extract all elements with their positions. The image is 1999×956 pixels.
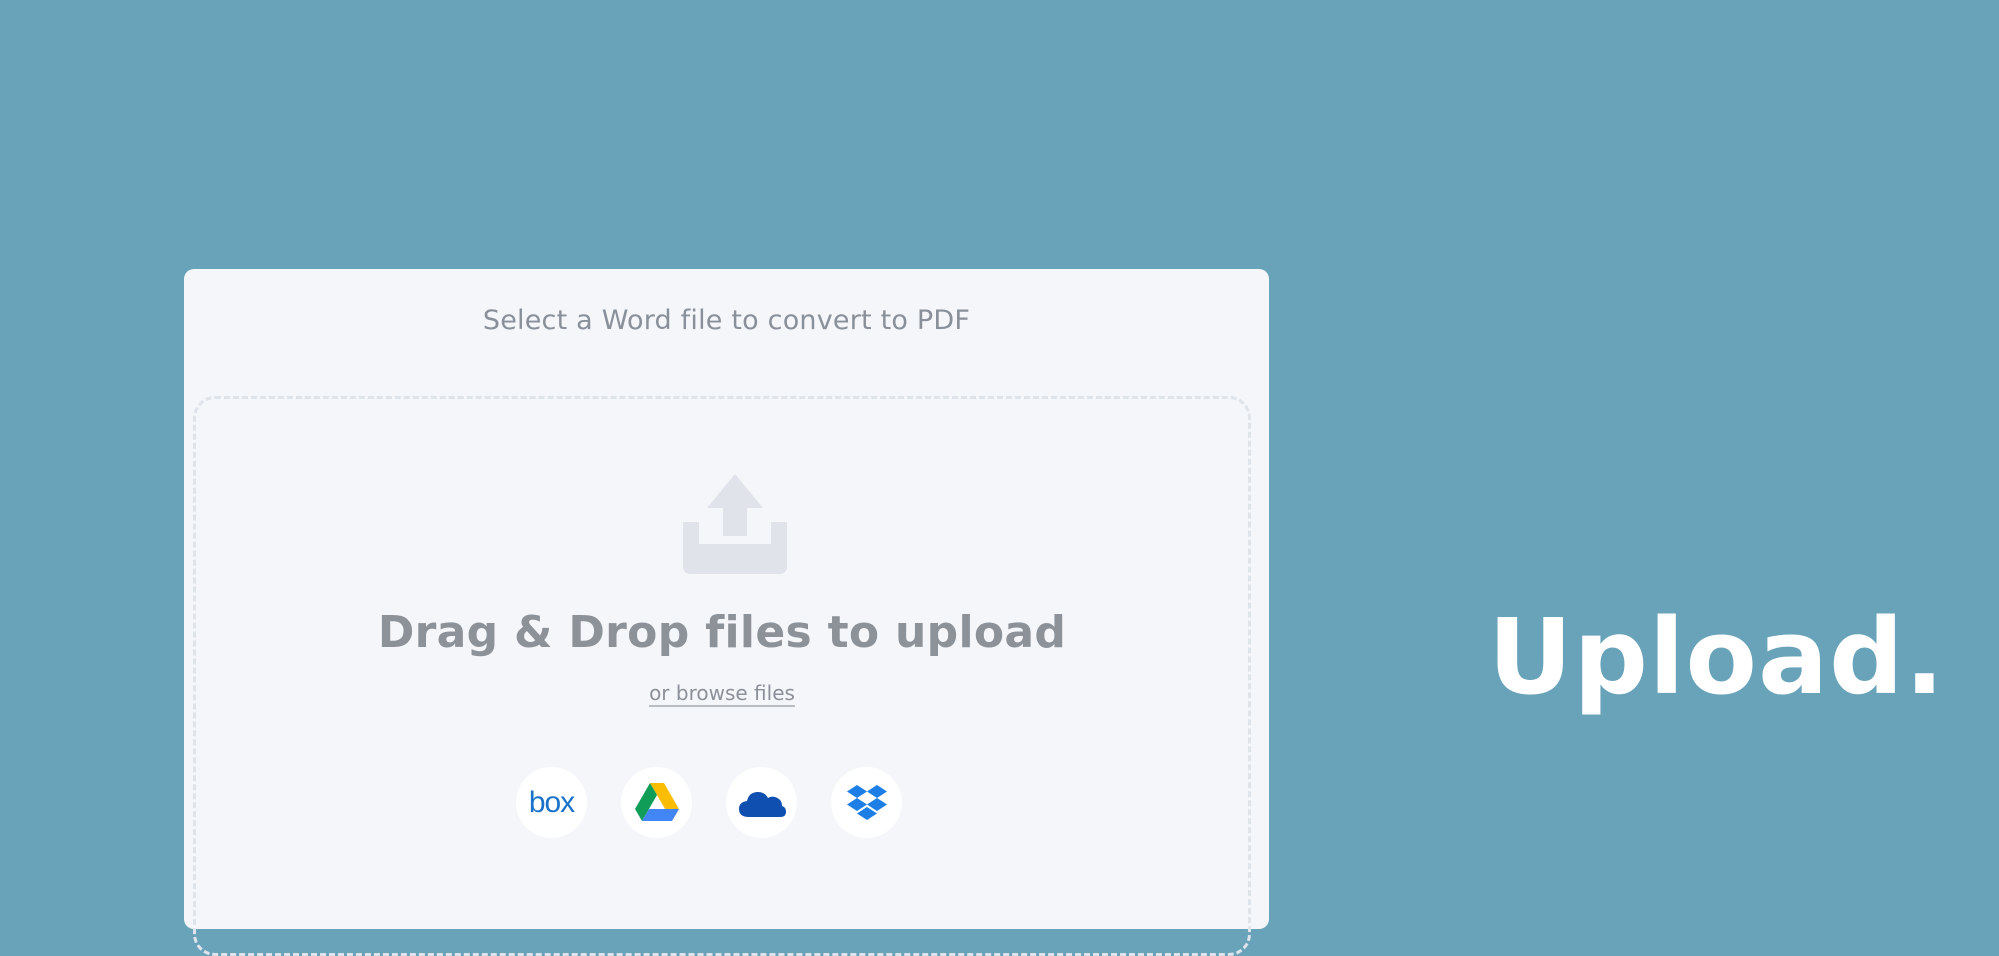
google-drive-button[interactable] <box>621 767 692 838</box>
hero-upload-text: Upload. <box>1488 596 1946 718</box>
upload-panel: Select a Word file to convert to PDF Dra… <box>184 269 1269 956</box>
onedrive-button[interactable] <box>726 767 797 838</box>
onedrive-icon <box>738 791 786 817</box>
drag-drop-heading: Drag & Drop files to upload <box>377 607 1067 658</box>
browse-files-link[interactable]: or browse files <box>649 681 795 705</box>
box-icon: box <box>528 785 575 819</box>
dropbox-button[interactable] <box>831 767 902 838</box>
drop-zone[interactable]: Drag & Drop files to upload or browse fi… <box>193 396 1251 956</box>
dropbox-icon <box>846 784 887 820</box>
google-drive-icon <box>634 782 679 821</box>
box-button[interactable]: box <box>516 767 587 838</box>
cloud-services: box <box>196 767 1248 838</box>
upload-tray-icon <box>683 474 787 574</box>
panel-title: Select a Word file to convert to PDF <box>482 305 971 336</box>
